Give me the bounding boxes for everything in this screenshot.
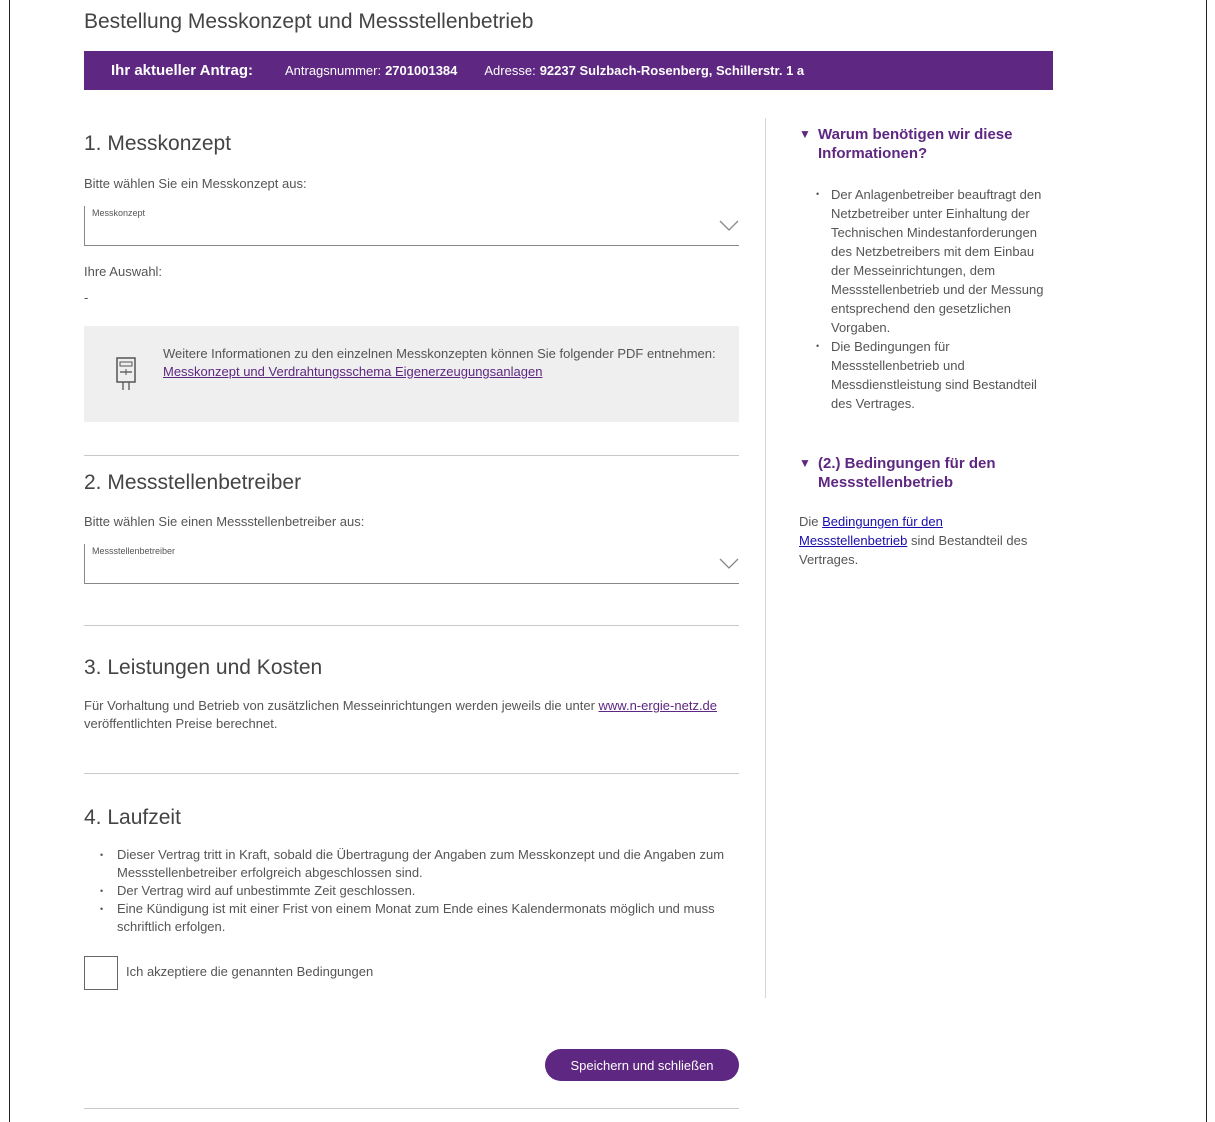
leistungen-text: Für Vorhaltung und Betrieb von zusätzlic… (84, 697, 739, 733)
list-item: Die Bedingungen für Messstellenbetrieb u… (816, 337, 1046, 413)
chevron-down-icon (719, 220, 739, 231)
leistungen-text-after: veröffentlichten Preise berechnet. (84, 716, 278, 731)
why-info-list: Der Anlagenbetreiber beauftragt den Netz… (799, 185, 1046, 413)
n-ergie-netz-link[interactable]: www.n-ergie-netz.de (599, 698, 718, 713)
list-item: Dieser Vertrag tritt in Kraft, sobald di… (100, 846, 737, 882)
list-item: Der Vertrag wird auf unbestimmte Zeit ge… (100, 882, 737, 900)
window-frame-right (1206, 0, 1207, 1122)
why-info-title: Warum benötigen wir diese Informationen? (818, 126, 1013, 162)
divider (84, 625, 739, 626)
meter-icon (116, 357, 136, 390)
messstellenbetreiber-prompt: Bitte wählen Sie einen Messstellenbetrei… (84, 514, 365, 529)
laufzeit-list: Dieser Vertrag tritt in Kraft, sobald di… (84, 846, 737, 936)
list-item: Eine Kündigung ist mit einer Frist von e… (100, 900, 737, 936)
messstellenbetreiber-select[interactable]: Messstellenbetreiber (84, 544, 739, 584)
window-frame-left (9, 0, 10, 1122)
conditions-title: (2.) Bedingungen für den Messstellenbetr… (818, 455, 996, 491)
chevron-down-icon (719, 558, 739, 569)
antragsnummer-label: Antragsnummer: (284, 63, 382, 78)
accept-checkbox[interactable] (84, 956, 118, 990)
messkonzept-select-label: Messkonzept (92, 208, 146, 218)
triangle-down-icon: ▼ (799, 456, 811, 470)
save-and-close-button[interactable]: Speichern und schließen (545, 1049, 739, 1081)
conditions-text-before: Die (799, 514, 823, 529)
antrag-bar: Ihr aktueller Antrag: Antragsnummer: 270… (84, 51, 1053, 90)
section-laufzeit-title: 4. Laufzeit (84, 806, 181, 829)
divider (84, 773, 739, 774)
page-title: Bestellung Messkonzept und Messstellenbe… (84, 10, 534, 33)
pdf-info-text: Weitere Informationen zu den einzelnen M… (163, 346, 716, 361)
messstellenbetreiber-select-label: Messstellenbetreiber (92, 546, 176, 556)
conditions-toggle[interactable]: ▼ (2.) Bedingungen für den Messstellenbe… (799, 454, 1058, 492)
section-messstellenbetreiber-title: 2. Messstellenbetreiber (84, 471, 302, 494)
antrag-lead: Ihr aktueller Antrag: (111, 62, 253, 79)
section-messkonzept-title: 1. Messkonzept (84, 132, 232, 155)
sidebar-divider (765, 118, 766, 998)
antragsnummer-value: 2701001384 (385, 63, 458, 78)
messkonzept-select[interactable]: Messkonzept (84, 206, 739, 246)
divider (84, 455, 739, 456)
messkonzept-prompt: Bitte wählen Sie ein Messkonzept aus: (84, 176, 307, 191)
leistungen-text-before: Für Vorhaltung und Betrieb von zusätzlic… (84, 698, 599, 713)
section-leistungen-title: 3. Leistungen und Kosten (84, 656, 323, 679)
list-item: Der Anlagenbetreiber beauftragt den Netz… (816, 185, 1046, 337)
adresse-value: 92237 Sulzbach-Rosenberg, Schillerstr. 1… (539, 63, 805, 78)
adresse-label: Adresse: (484, 63, 536, 78)
pdf-link[interactable]: Messkonzept und Verdrahtungsschema Eigen… (163, 364, 542, 379)
why-info-toggle[interactable]: ▼ Warum benötigen wir diese Informatione… (799, 125, 1058, 163)
divider (84, 1108, 739, 1109)
pdf-info-box: Weitere Informationen zu den einzelnen M… (84, 326, 739, 422)
triangle-down-icon: ▼ (799, 127, 811, 141)
selection-label: Ihre Auswahl: (84, 264, 163, 279)
selection-value: - (84, 290, 89, 305)
accept-checkbox-label: Ich akzeptiere die genannten Bedingungen (126, 964, 374, 979)
conditions-text: Die Bedingungen für den Messstellenbetri… (799, 512, 1049, 569)
